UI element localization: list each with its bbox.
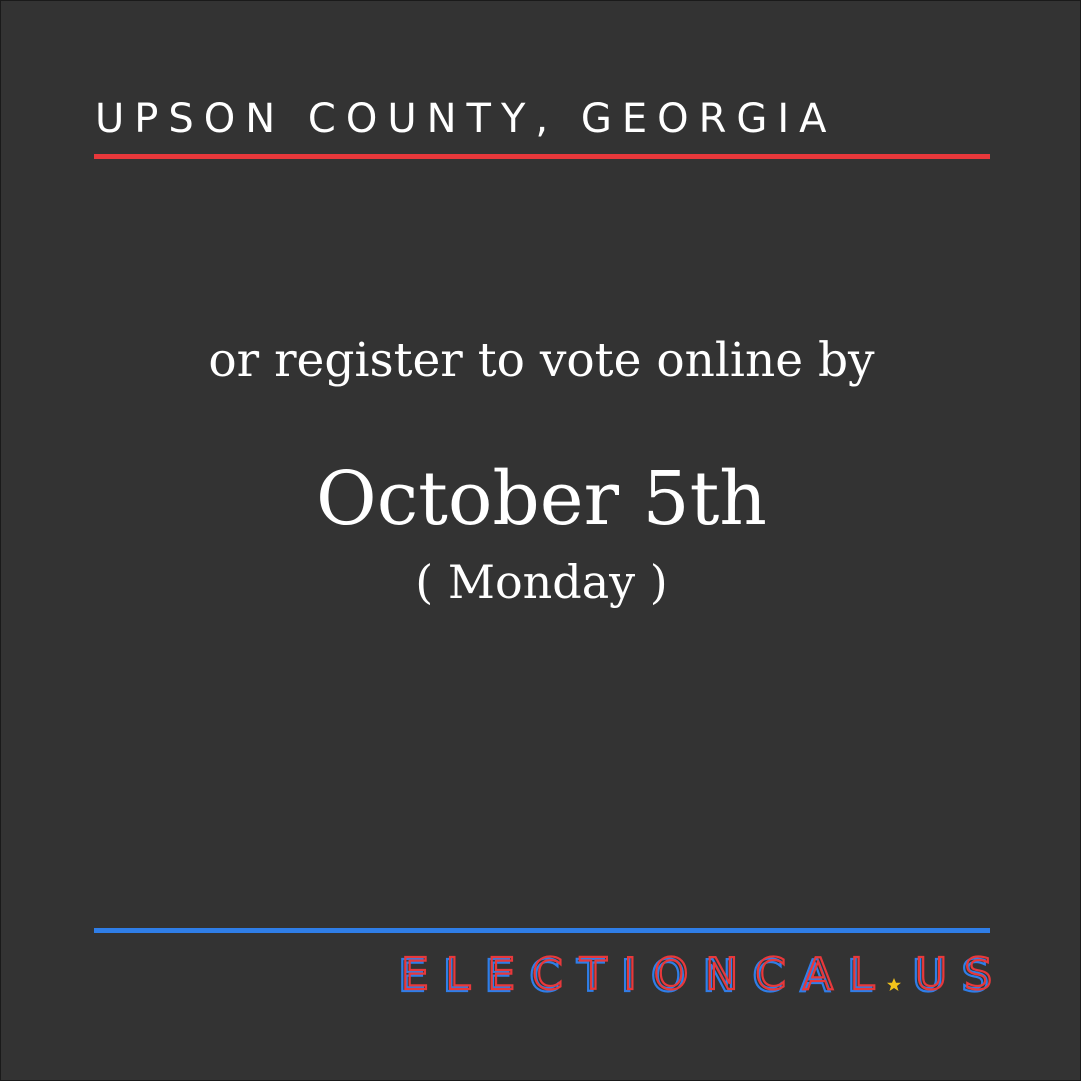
location-heading: UPSON COUNTY, GEORGIA — [95, 96, 837, 142]
logo-text-red: ELECTIONCAL — [401, 951, 892, 997]
logo-suffix-red: US — [915, 951, 992, 997]
top-divider — [94, 154, 990, 159]
deadline-weekday: ( Monday ) — [415, 555, 668, 609]
bottom-divider — [94, 928, 990, 933]
electioncal-logo: ELECTIONCAL ELECTIONCAL US US — [397, 951, 992, 997]
announcement-card: UPSON COUNTY, GEORGIA or register to vot… — [0, 0, 1081, 1081]
register-instruction: or register to vote online by — [208, 333, 875, 388]
deadline-date: October 5th — [316, 456, 767, 542]
